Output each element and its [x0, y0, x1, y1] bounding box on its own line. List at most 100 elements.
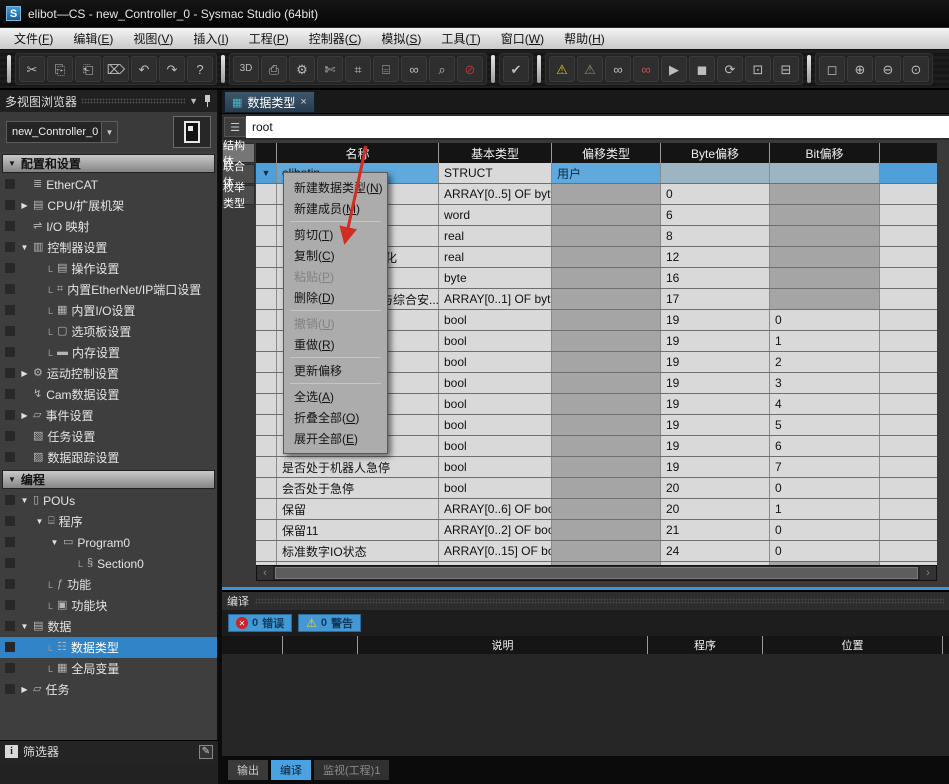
- search-button[interactable]: ⌕: [429, 56, 455, 82]
- bottom-tab-watch[interactable]: 监视(工程)1: [314, 760, 389, 780]
- byte-offset-cell[interactable]: 16: [660, 268, 769, 288]
- edit-filter-icon[interactable]: ✎: [199, 745, 213, 759]
- build-column-header[interactable]: 位置: [762, 636, 942, 654]
- column-header[interactable]: 基本类型: [438, 143, 551, 163]
- extra-cell[interactable]: [879, 520, 937, 540]
- base-type-cell[interactable]: ARRAY[0..6] OF bool: [438, 499, 551, 519]
- byte-offset-cell[interactable]: 20: [660, 478, 769, 498]
- scroll-right-icon[interactable]: ›: [920, 566, 936, 580]
- scroll-left-icon[interactable]: ‹: [257, 566, 273, 580]
- watch-table-button[interactable]: ⌗: [345, 56, 371, 82]
- sidebar-item-data-types[interactable]: L☷数据类型: [0, 637, 217, 658]
- bit-offset-cell[interactable]: [769, 163, 879, 183]
- bit-offset-cell[interactable]: 6: [769, 436, 879, 456]
- expand-cell[interactable]: [256, 520, 276, 540]
- byte-offset-cell[interactable]: 0: [660, 184, 769, 204]
- context-menu-new-data-type[interactable]: 新建数据类型(N): [284, 177, 387, 198]
- bit-offset-cell[interactable]: [769, 268, 879, 288]
- sidebar-item-motion-control[interactable]: ▶⚙运动控制设置: [0, 363, 217, 384]
- bit-offset-cell[interactable]: 5: [769, 415, 879, 435]
- expand-cell[interactable]: [256, 394, 276, 414]
- tools-button[interactable]: ⚙: [289, 56, 315, 82]
- sidebar-item-builtin-io[interactable]: L▦内置I/O设置: [0, 300, 217, 321]
- expand-cell[interactable]: [256, 310, 276, 330]
- sidebar-item-io-map[interactable]: ⇌I/O 映射: [0, 216, 217, 237]
- zoom-out-button[interactable]: ⊖: [875, 56, 901, 82]
- extra-cell[interactable]: [879, 163, 937, 183]
- base-type-cell[interactable]: ARRAY[0..15] OF bool: [438, 541, 551, 561]
- sidebar-item-tasks[interactable]: ▶▱任务: [0, 679, 217, 700]
- extra-cell[interactable]: [879, 310, 937, 330]
- column-header[interactable]: 名称: [276, 143, 438, 163]
- paste-button[interactable]: ⎗: [75, 56, 101, 82]
- name-cell[interactable]: 保留11: [276, 520, 438, 540]
- expand-cell[interactable]: [256, 415, 276, 435]
- byte-offset-cell[interactable]: 12: [660, 247, 769, 267]
- bit-offset-cell[interactable]: [769, 226, 879, 246]
- stop-button[interactable]: ◼: [689, 56, 715, 82]
- base-type-cell[interactable]: STRUCT: [438, 163, 551, 183]
- menu-controller[interactable]: 控制器(C): [299, 28, 372, 49]
- context-menu-redo[interactable]: 重做(R): [284, 334, 387, 355]
- sidebar-item-cpu-rack[interactable]: ▶▤CPU/扩展机架: [0, 195, 217, 216]
- base-type-cell[interactable]: word: [438, 205, 551, 225]
- bit-offset-cell[interactable]: 0: [769, 541, 879, 561]
- column-header[interactable]: Byte偏移: [660, 143, 769, 163]
- sidebar-item-data[interactable]: ▼▤数据: [0, 616, 217, 637]
- column-header[interactable]: 偏移类型: [551, 143, 660, 163]
- expand-cell[interactable]: [256, 268, 276, 288]
- bottom-tab-build[interactable]: 编译: [271, 760, 311, 780]
- base-type-cell[interactable]: bool: [438, 394, 551, 414]
- run-button[interactable]: ▶: [661, 56, 687, 82]
- offset-type-cell[interactable]: [551, 205, 660, 225]
- tree-expand-icon[interactable]: ▶: [20, 685, 29, 694]
- zoom-in-button[interactable]: ⊕: [847, 56, 873, 82]
- offset-type-cell[interactable]: [551, 226, 660, 246]
- byte-offset-cell[interactable]: 21: [660, 520, 769, 540]
- cut-button[interactable]: ✂: [19, 56, 45, 82]
- context-menu-cut[interactable]: 剪切(T): [284, 224, 387, 245]
- output-window-button[interactable]: ⎙: [261, 56, 287, 82]
- tree-expand-icon[interactable]: ▼: [20, 622, 29, 631]
- bit-offset-cell[interactable]: [769, 289, 879, 309]
- name-cell[interactable]: 是否处于机器人急停: [276, 457, 438, 477]
- rebuild-button[interactable]: ⚠: [549, 56, 575, 82]
- extra-cell[interactable]: [879, 205, 937, 225]
- offset-type-cell[interactable]: [551, 247, 660, 267]
- offset-type-cell[interactable]: [551, 331, 660, 351]
- expand-cell[interactable]: [256, 184, 276, 204]
- extra-cell[interactable]: [879, 499, 937, 519]
- byte-offset-cell[interactable]: 8: [660, 226, 769, 246]
- sidebar-item-task-settings[interactable]: ▧任务设置: [0, 426, 217, 447]
- extra-cell[interactable]: [879, 289, 937, 309]
- offset-type-cell[interactable]: [551, 352, 660, 372]
- expand-cell[interactable]: [256, 205, 276, 225]
- sidebar-item-function-blocks[interactable]: L▣功能块: [0, 595, 217, 616]
- 3d-view-button[interactable]: 3D: [233, 56, 259, 82]
- menu-simulation[interactable]: 模拟(S): [371, 28, 431, 49]
- expand-cell[interactable]: ▼: [256, 163, 276, 183]
- offset-type-cell[interactable]: [551, 457, 660, 477]
- table-row[interactable]: 保留11ARRAY[0..2] OF bool210: [256, 520, 937, 541]
- byte-offset-cell[interactable]: 24: [660, 541, 769, 561]
- sidebar-item-programs[interactable]: ▼⌸程序: [0, 511, 217, 532]
- expand-cell[interactable]: [256, 289, 276, 309]
- monitor-glasses-button[interactable]: ∞: [401, 56, 427, 82]
- tree-expand-icon[interactable]: ▼: [20, 496, 29, 505]
- synchronize-button[interactable]: ⟳: [717, 56, 743, 82]
- zoom-100-button[interactable]: ⊙: [903, 56, 929, 82]
- byte-offset-cell[interactable]: 19: [660, 310, 769, 330]
- header-expand-col[interactable]: [256, 143, 276, 163]
- bit-offset-cell[interactable]: [769, 247, 879, 267]
- bit-offset-cell[interactable]: 1: [769, 331, 879, 351]
- sidebar-item-option-board[interactable]: L▢选项板设置: [0, 321, 217, 342]
- offset-type-cell[interactable]: [551, 541, 660, 561]
- menu-file[interactable]: 文件(F): [4, 28, 63, 49]
- expand-cell[interactable]: [256, 499, 276, 519]
- base-type-cell[interactable]: bool: [438, 457, 551, 477]
- byte-offset-cell[interactable]: 6: [660, 205, 769, 225]
- byte-offset-cell[interactable]: 19: [660, 394, 769, 414]
- extra-cell[interactable]: [879, 226, 937, 246]
- column-header[interactable]: Bit偏移: [769, 143, 879, 163]
- header-extra-col[interactable]: [879, 143, 937, 163]
